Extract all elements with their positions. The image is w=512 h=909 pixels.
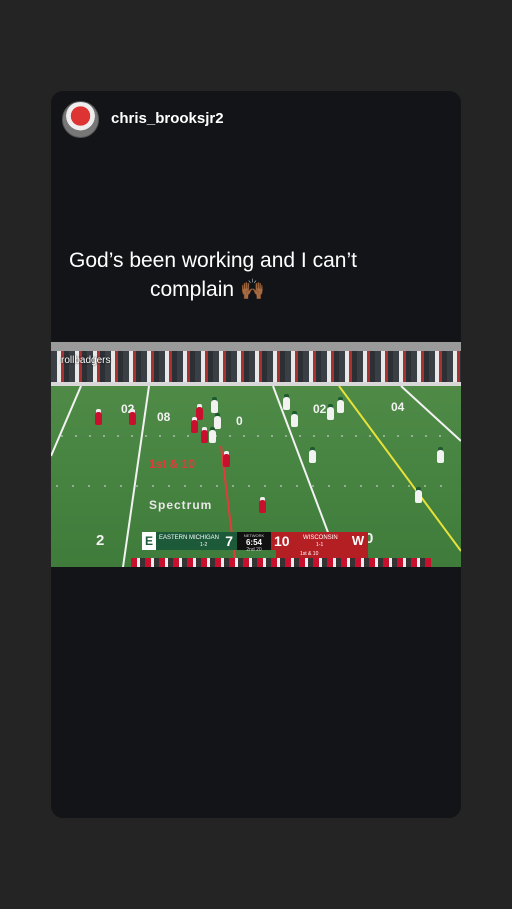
caption-line-1: God’s been working and I can’t [69, 249, 357, 272]
first-down-marker: 1st & 10 [149, 457, 196, 471]
video-watermark: rollbadgers [61, 355, 111, 366]
home-team-score: 10 [274, 533, 290, 549]
player [259, 500, 266, 513]
player [214, 416, 221, 429]
away-team-score: 7 [225, 533, 233, 549]
story-card: chris_brooksjr2 God’s been working and I… [51, 91, 461, 818]
raised-hands-icon: 🙌🏾 [240, 279, 265, 301]
sideline-players [131, 558, 431, 567]
home-team-record: 1-1 [316, 542, 324, 548]
player [223, 454, 230, 467]
scorebug: E EASTERN MICHIGAN 1-2 7 NETWORK 6:54 2n… [142, 532, 368, 553]
caption-line-2-text: complain [150, 278, 235, 301]
player [209, 430, 216, 443]
field-number: 08 [157, 410, 171, 424]
away-team-logo: E [142, 532, 156, 550]
player [415, 490, 422, 503]
player [196, 407, 203, 420]
player [309, 450, 316, 463]
player [437, 450, 444, 463]
game-clock-panel: NETWORK 6:54 2nd 20 [237, 532, 271, 553]
away-team-panel: E EASTERN MICHIGAN 1-2 7 [142, 532, 237, 550]
player [327, 407, 334, 420]
home-team-panel: 10 WISCONSIN 1-1 W [271, 532, 368, 550]
username[interactable]: chris_brooksjr2 [111, 110, 224, 127]
sponsor-logo: Spectrum [149, 498, 213, 512]
player [191, 420, 198, 433]
player [211, 400, 218, 413]
stadium-upper-deck [51, 342, 461, 351]
away-team-name: EASTERN MICHIGAN [159, 535, 220, 541]
field-number: 0 [236, 414, 243, 428]
game-clock: 6:54 [245, 538, 262, 547]
player [291, 414, 298, 427]
user-avatar[interactable] [62, 101, 99, 138]
wisconsin-logo-icon: W [351, 533, 365, 548]
player [95, 412, 102, 425]
caption-line-2: complain 🙌🏾 [150, 275, 265, 305]
away-team-record: 1-2 [200, 542, 208, 548]
home-team-name: WISCONSIN [303, 535, 338, 541]
player [337, 400, 344, 413]
field-number: 02 [313, 402, 327, 416]
field-number: 04 [391, 400, 405, 414]
down-and-distance: 2nd 20 [246, 547, 262, 553]
player [129, 412, 136, 425]
player [283, 397, 290, 410]
game-video-clip[interactable]: 02 08 0 02 04 2 0 1st & 10 Spectrum roll… [51, 342, 461, 567]
player [201, 430, 208, 443]
field-number: 2 [96, 532, 105, 549]
